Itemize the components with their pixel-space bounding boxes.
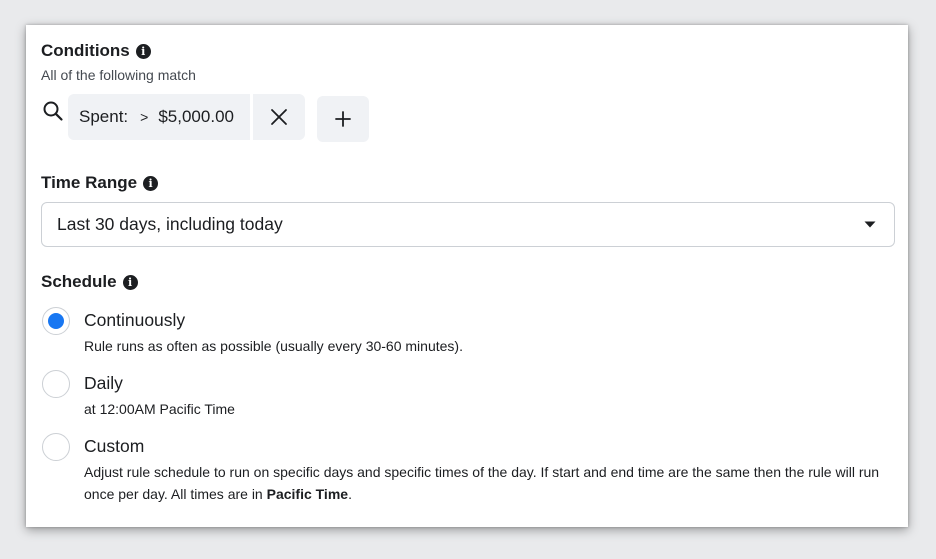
radio-custom[interactable] — [42, 433, 70, 461]
option-daily-description: at 12:00AM Pacific Time — [84, 401, 235, 417]
condition-value: $5,000.00 — [158, 107, 234, 126]
add-condition-button[interactable] — [317, 96, 369, 142]
option-continuously-description: Rule runs as often as possible (usually … — [84, 338, 463, 354]
time-range-select[interactable]: Last 30 days, including today — [41, 202, 895, 247]
radio-selected-dot — [48, 313, 64, 329]
conditions-subtitle: All of the following match — [41, 67, 196, 83]
condition-chip[interactable]: Spent: > $5,000.00 — [68, 94, 250, 140]
conditions-title: Conditions — [41, 41, 130, 60]
option-continuously-label[interactable]: Continuously — [84, 310, 185, 331]
radio-daily[interactable] — [42, 370, 70, 398]
search-icon — [43, 101, 63, 121]
info-icon[interactable]: i — [135, 43, 151, 59]
info-icon[interactable]: i — [143, 175, 159, 191]
time-range-title: Time Range — [41, 173, 138, 192]
custom-description-end: . — [348, 486, 352, 502]
condition-operator: > — [140, 109, 149, 125]
caret-down-icon — [864, 221, 876, 228]
time-range-value: Last 30 days, including today — [57, 214, 283, 234]
remove-condition-button[interactable] — [253, 94, 305, 140]
plus-icon — [335, 111, 351, 127]
condition-field: Spent: — [79, 107, 129, 126]
info-icon[interactable]: i — [122, 274, 138, 290]
schedule-title: Schedule — [41, 272, 117, 291]
conditions-heading: Conditions i — [41, 41, 151, 61]
close-icon — [271, 109, 287, 125]
option-custom-label[interactable]: Custom — [84, 436, 144, 457]
automated-rule-panel: Conditions i All of the following match … — [26, 25, 908, 527]
time-range-heading: Time Range i — [41, 173, 159, 193]
schedule-heading: Schedule i — [41, 272, 138, 292]
custom-description-timezone: Pacific Time — [266, 486, 349, 502]
custom-description-text: Adjust rule schedule to run on specific … — [84, 464, 880, 502]
radio-continuously[interactable] — [42, 307, 70, 335]
option-custom-description: Adjust rule schedule to run on specific … — [84, 461, 889, 505]
option-daily-label[interactable]: Daily — [84, 373, 123, 394]
